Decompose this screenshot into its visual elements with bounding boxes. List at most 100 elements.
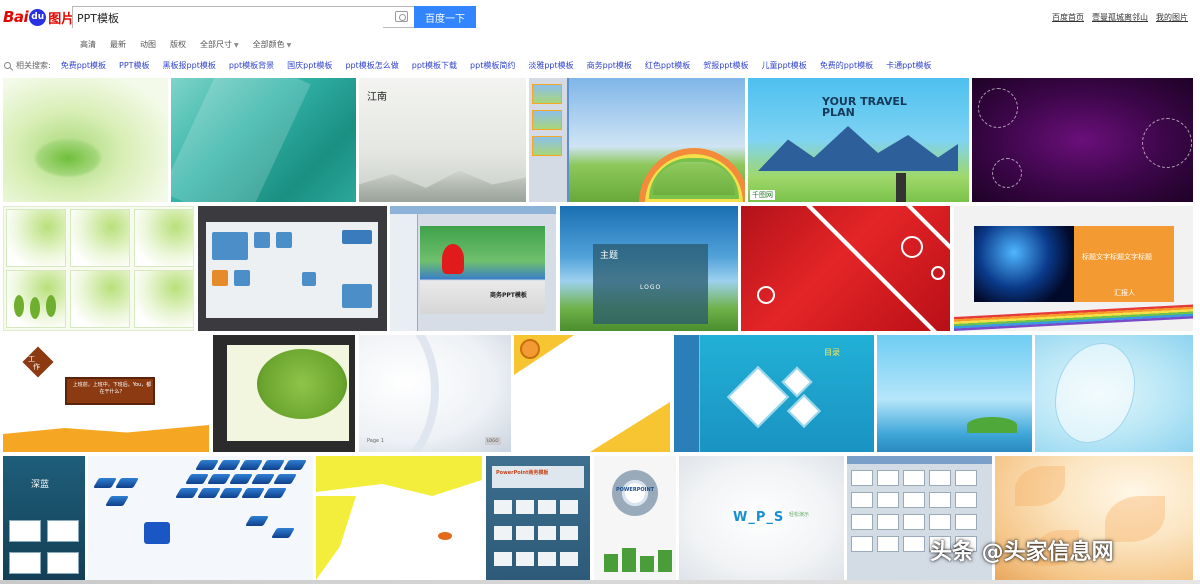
filter-latest[interactable]: 最新 — [110, 39, 126, 50]
dashboard-block — [302, 272, 316, 286]
template-item — [538, 552, 556, 566]
image-result-business-template[interactable]: PowerPoint商务模板 — [486, 456, 590, 580]
related-item[interactable]: ppt模板下载 — [412, 60, 457, 71]
key-block — [283, 460, 307, 470]
image-result-travel-plan[interactable]: YOUR TRAVEL PLAN 千图网 — [748, 78, 969, 202]
calligraphy-title: 江南 — [367, 92, 387, 103]
image-result-white-arc[interactable]: Page 1 LOGO — [359, 335, 511, 452]
rainbow-bar — [954, 304, 1193, 331]
yellow-corner — [590, 402, 670, 452]
dashboard-block — [276, 232, 292, 248]
filter-hd[interactable]: 高清 — [80, 39, 96, 50]
related-item[interactable]: 儿童ppt模板 — [762, 60, 807, 71]
related-item[interactable]: 国庆ppt模板 — [287, 60, 332, 71]
image-result-icon-dashboard[interactable] — [198, 206, 387, 331]
related-item[interactable]: 红色ppt模板 — [645, 60, 690, 71]
next-row-peek — [0, 580, 1200, 584]
related-item[interactable]: ppt模板简约 — [470, 60, 515, 71]
template-item — [494, 552, 512, 566]
ink-blob — [33, 138, 103, 178]
image-result-rainbow-slide[interactable] — [529, 78, 745, 202]
image-result-chinese-ink[interactable]: 江南 — [359, 78, 526, 202]
template-item — [516, 526, 534, 540]
mini-slide — [851, 514, 873, 530]
image-result-work-sign[interactable]: 工 作 上班前，上班中，下班后。You，都在干什么？ — [3, 335, 209, 452]
template-item — [560, 552, 578, 566]
image-result-green-ink[interactable] — [3, 78, 168, 202]
filter-animated[interactable]: 动图 — [140, 39, 156, 50]
image-result-teal-gradient[interactable] — [171, 78, 356, 202]
image-result-green-cards[interactable] — [3, 206, 194, 331]
ring-ornament — [757, 286, 775, 304]
mini-slide — [877, 492, 899, 508]
filter-color[interactable]: 全部颜色 ▼ — [253, 39, 292, 50]
image-result-powerpoint-circle[interactable]: POWERPOINT — [594, 456, 676, 580]
image-result-deep-blue[interactable]: 深蓝 — [3, 456, 85, 580]
image-result-green-tree[interactable] — [213, 335, 355, 452]
search-button[interactable]: 百度一下 — [414, 6, 476, 28]
image-result-purple-floral[interactable] — [972, 78, 1193, 202]
search-input[interactable] — [73, 8, 383, 28]
filter-copyright[interactable]: 版权 — [170, 39, 186, 50]
related-item[interactable]: 免费的ppt模板 — [820, 60, 873, 71]
template-item — [538, 526, 556, 540]
card-cell — [134, 209, 193, 267]
key-block — [219, 488, 243, 498]
related-item[interactable]: PPT模板 — [119, 60, 150, 71]
key-block — [175, 488, 199, 498]
ring-ornament — [901, 236, 923, 258]
related-item[interactable]: 商务ppt模板 — [587, 60, 632, 71]
related-item[interactable]: ppt模板背景 — [229, 60, 274, 71]
tag-char: 作 — [33, 363, 40, 371]
image-result-blue-diamonds[interactable]: 目录 — [674, 335, 874, 452]
filter-size[interactable]: 全部尺寸 ▼ — [200, 39, 239, 50]
slide-sidebar — [390, 214, 418, 331]
wooden-sign: 上班前，上班中，下班后。You，都在干什么？ — [65, 377, 155, 405]
related-item[interactable]: 淡雅ppt模板 — [528, 60, 573, 71]
mini-slide — [851, 492, 873, 508]
image-result-blue-keys[interactable] — [88, 456, 313, 580]
mini-slide — [929, 470, 951, 486]
headline-text: 标题文字标题文字标题 — [1082, 253, 1152, 261]
wps-logo: W_P_S — [733, 510, 785, 525]
image-result-light-blue-leaf[interactable] — [1035, 335, 1193, 452]
watermark: 头条 @头家信息网 — [930, 540, 1114, 565]
link-user[interactable]: 壹曼孤城离邻山 — [1092, 12, 1148, 23]
rainbow-graphic — [639, 148, 745, 202]
related-item[interactable]: 卡通ppt模板 — [886, 60, 931, 71]
chevron-down-icon: ▼ — [286, 42, 292, 49]
slide-inner — [227, 345, 349, 441]
related-item[interactable]: 贺报ppt模板 — [703, 60, 748, 71]
mini-slide — [851, 470, 873, 486]
key-block — [261, 460, 285, 470]
baidu-images-logo[interactable]: Bai du 图片 — [3, 5, 74, 29]
related-item[interactable]: 黑板报ppt模板 — [163, 60, 216, 71]
image-result-theme-landscape[interactable]: 主题 LOGO — [560, 206, 738, 331]
related-item[interactable]: ppt模板怎么做 — [345, 60, 398, 71]
mini-slide — [955, 492, 977, 508]
mini-slide — [877, 470, 899, 486]
image-result-cartoon-yellow[interactable] — [514, 335, 670, 452]
image-result-red-stripes[interactable] — [741, 206, 950, 331]
egg-shape — [14, 295, 24, 317]
white-stripe — [773, 206, 950, 331]
image-result-wps[interactable]: W_P_S 轻松演示 — [679, 456, 844, 580]
link-baidu-home[interactable]: 百度首页 — [1052, 12, 1084, 23]
related-item[interactable]: 免费ppt模板 — [61, 60, 106, 71]
window-titlebar — [847, 456, 992, 464]
template-title: PowerPoint商务模板 — [496, 470, 549, 476]
mini-slide — [851, 536, 873, 552]
search-box — [72, 6, 414, 28]
link-my-images[interactable]: 我的图片 — [1156, 12, 1188, 23]
camera-icon[interactable] — [395, 11, 408, 22]
image-result-beach-island[interactable] — [877, 335, 1032, 452]
yellow-splash — [316, 456, 482, 496]
green-bar — [622, 548, 636, 572]
mini-slide — [877, 536, 899, 552]
deep-blue-title: 深蓝 — [31, 480, 50, 490]
image-result-orange-title[interactable]: 标题文字标题文字标题 汇报人 — [954, 206, 1193, 331]
image-result-yellow-splash[interactable] — [316, 456, 482, 580]
dashboard-block — [234, 270, 250, 286]
image-result-business-ppt[interactable]: 商务PPT模板 — [390, 206, 556, 331]
mini-slide — [929, 514, 951, 530]
